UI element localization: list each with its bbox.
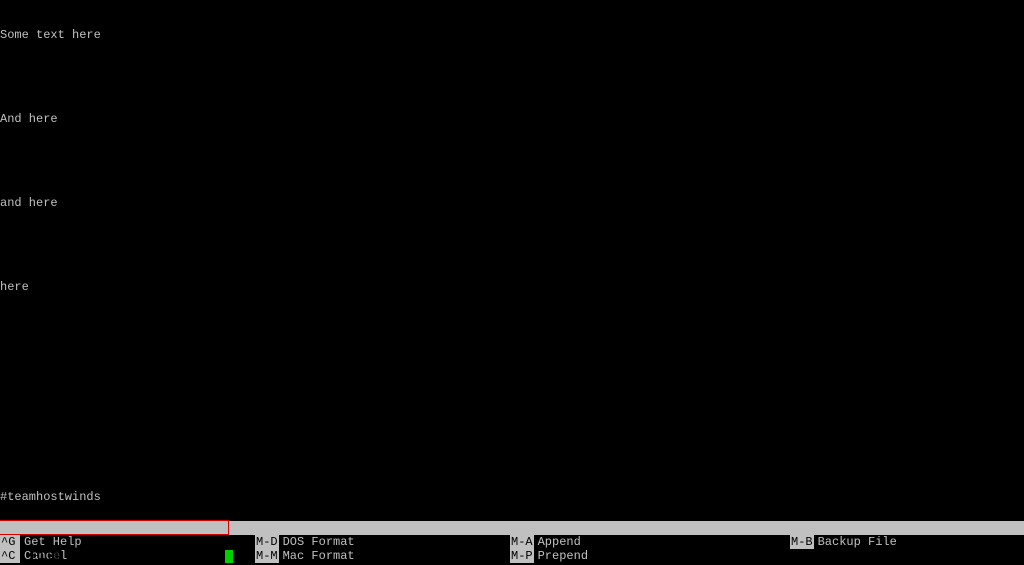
buffer-line [0,406,1024,420]
shortcut-key: M-M [255,549,279,563]
prompt-label: File Name to Write: [31,549,175,563]
buffer-line [0,154,1024,168]
highlight-annotation [0,520,229,535]
filename-prompt[interactable]: File Name to Write: newfile [0,521,1024,535]
shortcut-key: M-A [510,535,534,549]
shortcut-dos-format[interactable]: M-D DOS Format [255,535,510,549]
buffer-line [0,448,1024,462]
filename-input[interactable]: newfile [175,549,225,563]
shortcut-label: Prepend [538,549,588,563]
cursor-icon [225,550,233,563]
editor-buffer[interactable]: Some text here And here and here here #t… [0,0,1024,565]
shortcut-label: Mac Format [283,549,355,563]
buffer-line: Some text here [0,28,1024,42]
buffer-line: #teamhostwinds [0,490,1024,504]
shortcut-key: M-D [255,535,279,549]
buffer-line: And here [0,112,1024,126]
shortcut-key: M-P [510,549,534,563]
shortcut-label: Get Help [24,535,82,549]
shortcut-label: Backup File [818,535,897,549]
shortcut-label: DOS Format [283,535,355,549]
shortcut-backup-file[interactable]: M-B Backup File [790,535,1024,549]
shortcut-append[interactable]: M-A Append [510,535,790,549]
buffer-line [0,238,1024,252]
buffer-line [0,364,1024,378]
shortcut-key: M-B [790,535,814,549]
shortcut-get-help[interactable]: ^G Get Help [0,535,255,549]
buffer-line: and here [0,196,1024,210]
shortcut-label: Append [538,535,581,549]
shortcut-mac-format[interactable]: M-M Mac Format [255,549,510,563]
buffer-line: here [0,280,1024,294]
shortcut-prepend[interactable]: M-P Prepend [510,549,790,563]
buffer-line [0,322,1024,336]
buffer-line [0,70,1024,84]
